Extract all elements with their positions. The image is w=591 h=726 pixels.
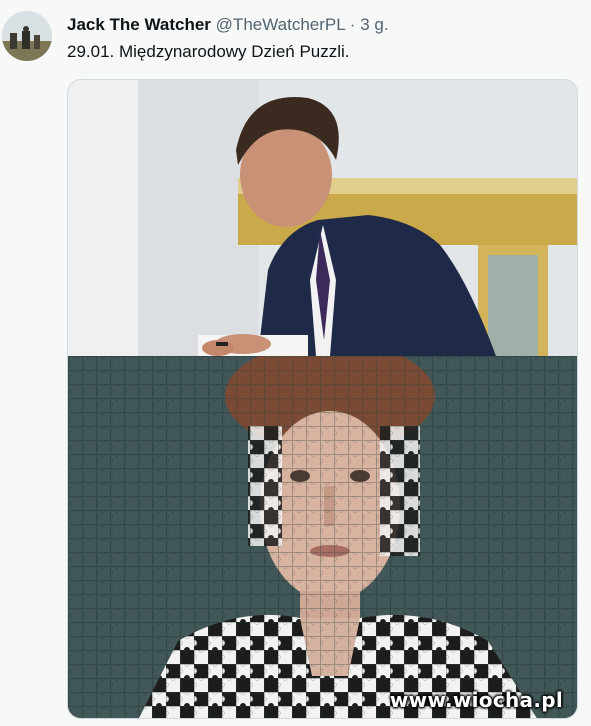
author-avatar[interactable] [2, 11, 52, 61]
top-photo [68, 80, 577, 356]
avatar-image [2, 11, 52, 61]
tweet-header: Jack The Watcher @TheWatcherPL · 3 g. [67, 14, 389, 36]
tweet-time[interactable]: 3 g. [360, 15, 388, 34]
watermark: www.wiocha.pl [389, 688, 563, 712]
tweet-media[interactable]: www.wiocha.pl [67, 79, 578, 719]
separator-dot: · [349, 15, 356, 34]
man-signing-image [68, 80, 577, 356]
author-name[interactable]: Jack The Watcher [67, 15, 211, 34]
puzzle-portrait-image [68, 356, 577, 718]
tweet-text: 29.01. Międzynarodowy Dzień Puzzli. [67, 42, 350, 61]
author-handle[interactable]: @TheWatcherPL [216, 15, 345, 34]
tweet: Jack The Watcher @TheWatcherPL · 3 g. 29… [0, 0, 591, 726]
bottom-photo: www.wiocha.pl [68, 356, 577, 718]
